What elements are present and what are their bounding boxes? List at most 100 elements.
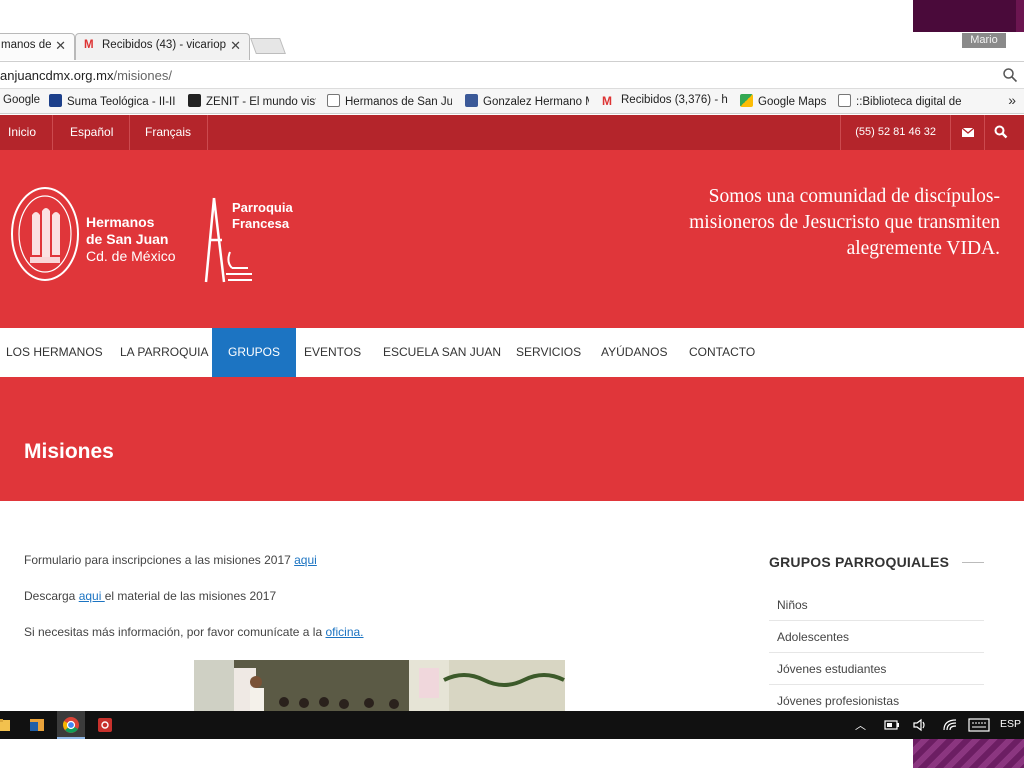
favicon-icon [49, 94, 62, 107]
volume-icon[interactable] [912, 718, 928, 732]
chrome-icon[interactable] [61, 715, 81, 735]
nav-los-hermanos[interactable]: LOS HERMANOS [0, 328, 109, 377]
url-text[interactable]: anjuancdmx.org.mx/misiones/ [0, 68, 172, 83]
contact-paragraph: Si necesitas más información, por favor … [24, 625, 364, 639]
bookmark-label: Hermanos de San Jua [345, 96, 452, 108]
tagline-line: misioneros de Jesucristo que transmiten [689, 212, 1000, 233]
paragraph-text: Si necesitas más información, por favor … [24, 625, 326, 639]
page-icon [838, 94, 851, 107]
page-icon [327, 94, 340, 107]
bookmark-item[interactable]: Google Maps [740, 94, 830, 108]
top-link-inicio[interactable]: Inicio [0, 115, 54, 150]
nav-ayudanos[interactable]: AYÚDANOS [595, 328, 673, 377]
file-explorer-icon[interactable] [0, 715, 14, 735]
bookmark-item[interactable]: Google [3, 94, 43, 106]
page-title-band: Misiones [0, 377, 1024, 501]
bookmark-item[interactable]: ::Biblioteca digital de [838, 94, 962, 108]
top-link-espanol[interactable]: Español [54, 115, 131, 150]
tagline-line: Somos una comunidad de discípulos- [708, 186, 1000, 207]
profile-badge[interactable]: Mario [962, 33, 1006, 48]
search-icon[interactable] [1002, 67, 1018, 83]
nav-servicios[interactable]: SERVICIOS [510, 328, 587, 377]
missions-photo [194, 660, 565, 711]
phone-number[interactable]: (55) 52 81 46 32 [840, 115, 950, 150]
bookmark-label: Suma Teológica - II-II [67, 96, 176, 108]
main-navigation: LOS HERMANOS LA PARROQUIA GRUPOS EVENTOS… [0, 328, 1024, 377]
bookmark-item[interactable]: M Recibidos (3,376) - hn [602, 94, 728, 107]
desktop-strip [0, 739, 1024, 768]
registration-paragraph: Formulario para inscripciones a las misi… [24, 553, 317, 567]
tab-title: manos de [1, 39, 52, 51]
maps-icon [740, 94, 753, 107]
browser-tab-strip: manos de ✕ M Recibidos (43) - vicariop ✕ … [0, 0, 1024, 60]
download-link[interactable]: aqui [79, 589, 105, 603]
office-link[interactable]: oficina. [325, 625, 363, 639]
tagline: Somos una comunidad de discípulos- misio… [620, 184, 1000, 262]
sidebar-item-adolescentes[interactable]: Adolescentes [769, 621, 984, 653]
bookmark-item[interactable]: Suma Teológica - II-II [49, 94, 177, 108]
bookmark-item[interactable]: Hermanos de San Jua [327, 94, 452, 108]
browser-tab[interactable]: M Recibidos (43) - vicariop ✕ [75, 33, 250, 60]
url-path: /misiones/ [113, 68, 172, 83]
brothers-logo-text[interactable]: Hermanos de San Juan Cd. de México [86, 214, 175, 265]
close-icon[interactable]: ✕ [230, 38, 241, 54]
envelope-icon [961, 127, 975, 137]
page-title: Misiones [24, 440, 114, 463]
bookmark-label: ::Biblioteca digital de [856, 96, 962, 108]
bookmark-label: Google [3, 94, 41, 106]
nav-contacto[interactable]: CONTACTO [683, 328, 761, 377]
org-city: Cd. de México [86, 248, 176, 264]
language-indicator[interactable]: ESP [1000, 718, 1021, 730]
desktop-background [913, 0, 1024, 32]
nav-eventos[interactable]: EVENTOS [298, 328, 367, 377]
wifi-icon[interactable] [942, 718, 958, 732]
sidebar-title: GRUPOS PARROQUIALES [769, 554, 950, 570]
site-header: Hermanos de San Juan Cd. de México Parro… [0, 150, 1024, 328]
sidebar-item-ninos[interactable]: Niños [769, 589, 984, 621]
bookmark-item[interactable]: ZENIT - El mundo vist [188, 94, 316, 108]
nav-la-parroquia[interactable]: LA PARROQUIA [114, 328, 214, 377]
acrobat-icon[interactable] [95, 715, 115, 735]
site-top-bar: Inicio Español Français (55) 52 81 46 32 [0, 115, 1024, 150]
bookmark-label: Gonzalez Hermano M [483, 96, 589, 108]
parish-logo-text[interactable]: Parroquia Francesa [232, 200, 293, 232]
parish-name-line: Francesa [232, 216, 290, 231]
desktop-background [913, 739, 1024, 768]
facebook-icon [465, 94, 478, 107]
download-paragraph: Descarga aqui el material de las misione… [24, 589, 276, 603]
favicon-icon [188, 94, 201, 107]
tagline-line: alegremente VIDA. [846, 238, 1000, 259]
outlook-icon[interactable] [27, 715, 47, 735]
bookmark-label: ZENIT - El mundo vist [206, 96, 316, 108]
bookmark-item[interactable]: Gonzalez Hermano M [465, 94, 589, 108]
gmail-icon: M [84, 39, 94, 51]
community-seal-logo[interactable] [10, 185, 80, 283]
org-name-line: Hermanos [86, 214, 155, 230]
sidebar-item-jovenes-estudiantes[interactable]: Jóvenes estudiantes [769, 653, 984, 685]
registration-link[interactable]: aqui [294, 553, 317, 567]
email-button[interactable] [950, 115, 984, 150]
tab-title: Recibidos (43) - vicariop [102, 39, 226, 51]
battery-icon[interactable] [884, 719, 900, 731]
address-bar[interactable]: anjuancdmx.org.mx/misiones/ [0, 61, 1024, 89]
new-tab-button[interactable] [250, 38, 286, 54]
paragraph-text: Formulario para inscripciones a las misi… [24, 553, 295, 567]
screen: { "browser": { "tabs": [ {"label": "mano… [0, 0, 1024, 768]
close-icon[interactable]: ✕ [55, 38, 66, 54]
org-name-line: de San Juan [86, 231, 169, 247]
parish-name-line: Parroquia [232, 200, 293, 215]
sidebar-title-rule [962, 562, 984, 563]
search-icon [994, 125, 1008, 139]
gmail-icon: M [602, 94, 612, 107]
nav-escuela-san-juan[interactable]: ESCUELA SAN JUAN [377, 328, 507, 377]
nav-grupos[interactable]: GRUPOS [212, 328, 297, 377]
top-link-francais[interactable]: Français [129, 115, 209, 150]
browser-tab[interactable]: manos de ✕ [0, 33, 75, 60]
chevron-up-icon[interactable]: ︿ [855, 717, 866, 733]
keyboard-icon[interactable] [968, 718, 990, 732]
bookmarks-overflow-button[interactable]: » [1008, 92, 1016, 108]
bookmarks-bar: Google Suma Teológica - II-II ZENIT - El… [0, 89, 1024, 114]
os-taskbar: ︿ ESP [0, 711, 1024, 739]
search-button[interactable] [984, 115, 1018, 150]
paragraph-text: el material de las misiones 2017 [104, 589, 277, 603]
